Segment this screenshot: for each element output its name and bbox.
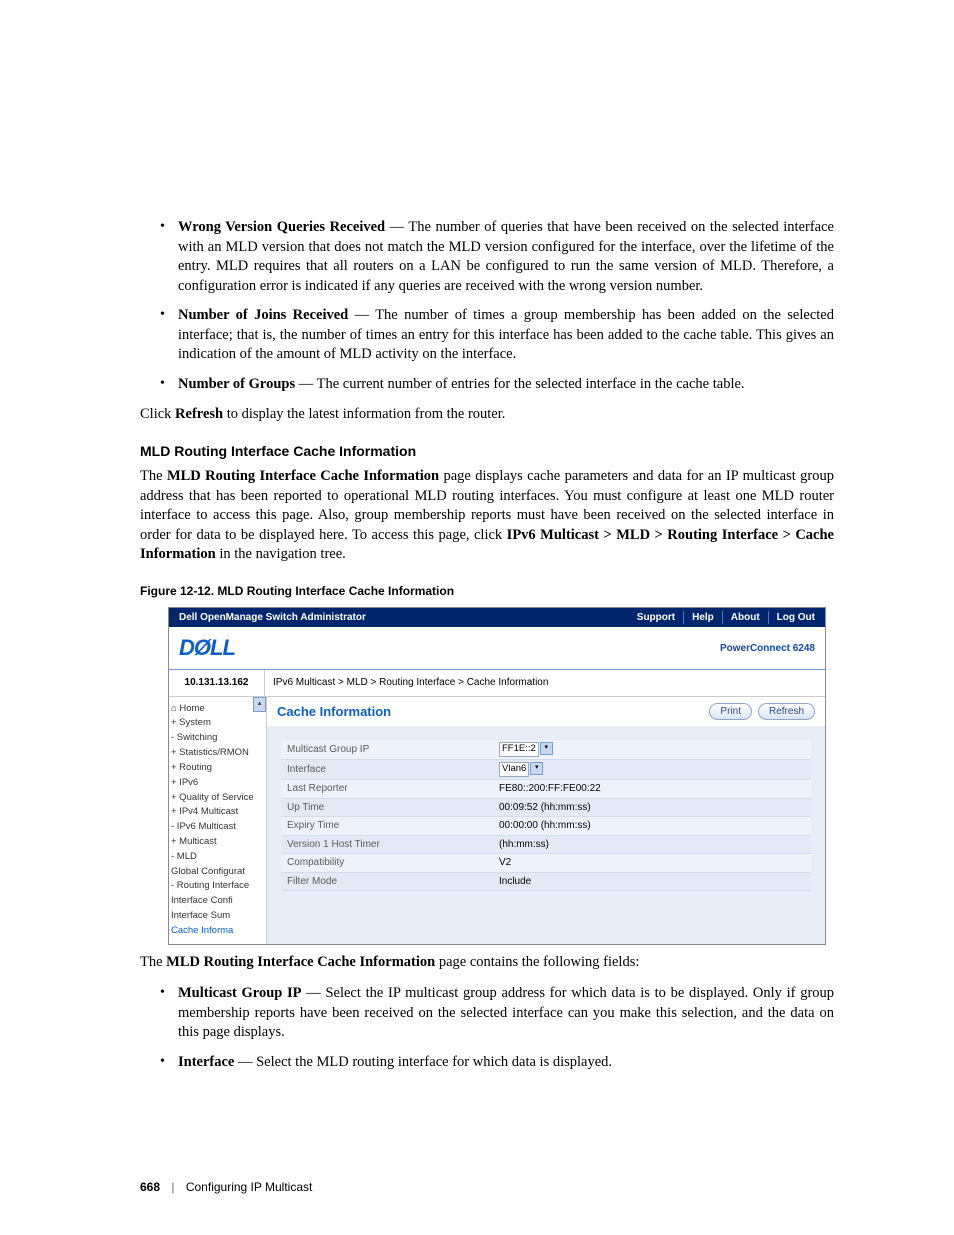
- chevron-down-icon[interactable]: ▾: [540, 742, 553, 755]
- tree-item[interactable]: + Quality of Service: [171, 791, 266, 806]
- field-value: 00:09:52 (hh:mm:ss): [493, 798, 811, 817]
- tree-item[interactable]: + Routing: [171, 761, 266, 776]
- tree-item[interactable]: Interface Sum: [171, 909, 266, 924]
- model-label: PowerConnect 6248: [720, 642, 815, 656]
- embedded-screenshot: Dell OpenManage Switch Administrator Sup…: [168, 607, 826, 945]
- field-label: Filter Mode: [281, 872, 493, 891]
- print-button[interactable]: Print: [709, 703, 752, 721]
- tree-item[interactable]: + Statistics/RMON: [171, 746, 266, 761]
- field-label: Expiry Time: [281, 817, 493, 836]
- page-footer: 668 | Configuring IP Multicast: [140, 1179, 312, 1195]
- tree-item[interactable]: - IPv6 Multicast: [171, 820, 266, 835]
- support-link[interactable]: Support: [637, 611, 675, 625]
- list-item: Wrong Version Queries Received — The num…: [178, 218, 834, 296]
- section-intro: The MLD Routing Interface Cache Informat…: [140, 467, 834, 565]
- topbar-title: Dell OpenManage Switch Administrator: [179, 611, 366, 625]
- refresh-button[interactable]: Refresh: [758, 703, 815, 721]
- bullet-list-2: Multicast Group IP — Select the IP multi…: [140, 984, 834, 1072]
- field-value[interactable]: Vlan6▾: [493, 760, 811, 780]
- page-title: Cache Information: [277, 703, 391, 721]
- bullet-list-1: Wrong Version Queries Received — The num…: [140, 218, 834, 395]
- table-row: Multicast Group IPFF1E::2▾: [281, 740, 811, 759]
- footer-section: Configuring IP Multicast: [186, 1180, 313, 1194]
- list-item: Interface — Select the MLD routing inter…: [178, 1053, 834, 1073]
- field-value[interactable]: FF1E::2▾: [493, 740, 811, 759]
- table-row: Up Time00:09:52 (hh:mm:ss): [281, 798, 811, 817]
- term: Number of Groups: [178, 376, 295, 392]
- tree-item[interactable]: Interface Confi: [171, 894, 266, 909]
- field-label: Last Reporter: [281, 780, 493, 799]
- desc: The current number of entries for the se…: [317, 376, 745, 392]
- nav-tree[interactable]: ▴ ⌂ Home+ System- Switching+ Statistics/…: [169, 697, 267, 944]
- tree-item[interactable]: ⌂ Home: [171, 702, 266, 717]
- sub-bar: 10.131.13.162 IPv6 Multicast > MLD > Rou…: [169, 670, 825, 697]
- topbar: Dell OpenManage Switch Administrator Sup…: [169, 608, 825, 628]
- field-label: Interface: [281, 760, 493, 780]
- term: Wrong Version Queries Received: [178, 219, 385, 235]
- tree-item[interactable]: - MLD: [171, 850, 266, 865]
- content-pane: Cache Information Print Refresh Multicas…: [267, 697, 825, 944]
- refresh-instruction: Click Refresh to display the latest info…: [140, 405, 834, 425]
- breadcrumb: IPv6 Multicast > MLD > Routing Interface…: [265, 670, 556, 696]
- tree-item[interactable]: - Routing Interface: [171, 879, 266, 894]
- field-label: Up Time: [281, 798, 493, 817]
- field-value: Include: [493, 872, 811, 891]
- fields-intro: The MLD Routing Interface Cache Informat…: [140, 953, 834, 973]
- term: Multicast Group IP: [178, 985, 302, 1001]
- tree-item[interactable]: Cache Informa: [171, 924, 266, 939]
- page-number: 668: [140, 1180, 160, 1194]
- desc: Select the MLD routing interface for whi…: [256, 1054, 612, 1070]
- help-link[interactable]: Help: [683, 611, 714, 625]
- logout-link[interactable]: Log Out: [768, 611, 815, 625]
- term: Number of Joins Received: [178, 307, 348, 323]
- list-item: Multicast Group IP — Select the IP multi…: [178, 984, 834, 1043]
- top-links: Support Help About Log Out: [637, 611, 815, 625]
- table-row: Version 1 Host Timer(hh:mm:ss): [281, 835, 811, 854]
- field-value: V2: [493, 854, 811, 873]
- term: Interface: [178, 1054, 234, 1070]
- tree-item[interactable]: - Switching: [171, 731, 266, 746]
- scroll-up-icon[interactable]: ▴: [253, 697, 266, 712]
- dell-logo: DØLL: [179, 633, 235, 663]
- tree-item[interactable]: + System: [171, 716, 266, 731]
- figure-caption: Figure 12-12. MLD Routing Interface Cach…: [140, 583, 834, 599]
- about-link[interactable]: About: [722, 611, 760, 625]
- table-row: Last ReporterFE80::200:FF:FE00:22: [281, 780, 811, 799]
- chevron-down-icon[interactable]: ▾: [530, 762, 543, 775]
- brand-bar: DØLL PowerConnect 6248: [169, 627, 825, 670]
- table-row: Expiry Time00:00:00 (hh:mm:ss): [281, 817, 811, 836]
- field-value: (hh:mm:ss): [493, 835, 811, 854]
- device-ip: 10.131.13.162: [169, 670, 265, 696]
- table-row: CompatibilityV2: [281, 854, 811, 873]
- field-value: FE80::200:FF:FE00:22: [493, 780, 811, 799]
- section-heading: MLD Routing Interface Cache Information: [140, 442, 834, 461]
- field-label: Multicast Group IP: [281, 740, 493, 759]
- info-table: Multicast Group IPFF1E::2▾InterfaceVlan6…: [281, 740, 811, 891]
- field-value: 00:00:00 (hh:mm:ss): [493, 817, 811, 836]
- list-item: Number of Groups — The current number of…: [178, 375, 834, 395]
- tree-item[interactable]: + Multicast: [171, 835, 266, 850]
- tree-item[interactable]: Global Configurat: [171, 865, 266, 880]
- field-label: Version 1 Host Timer: [281, 835, 493, 854]
- tree-item[interactable]: + IPv6: [171, 776, 266, 791]
- list-item: Number of Joins Received — The number of…: [178, 306, 834, 365]
- table-row: InterfaceVlan6▾: [281, 760, 811, 780]
- table-row: Filter ModeInclude: [281, 872, 811, 891]
- tree-item[interactable]: + IPv4 Multicast: [171, 805, 266, 820]
- field-label: Compatibility: [281, 854, 493, 873]
